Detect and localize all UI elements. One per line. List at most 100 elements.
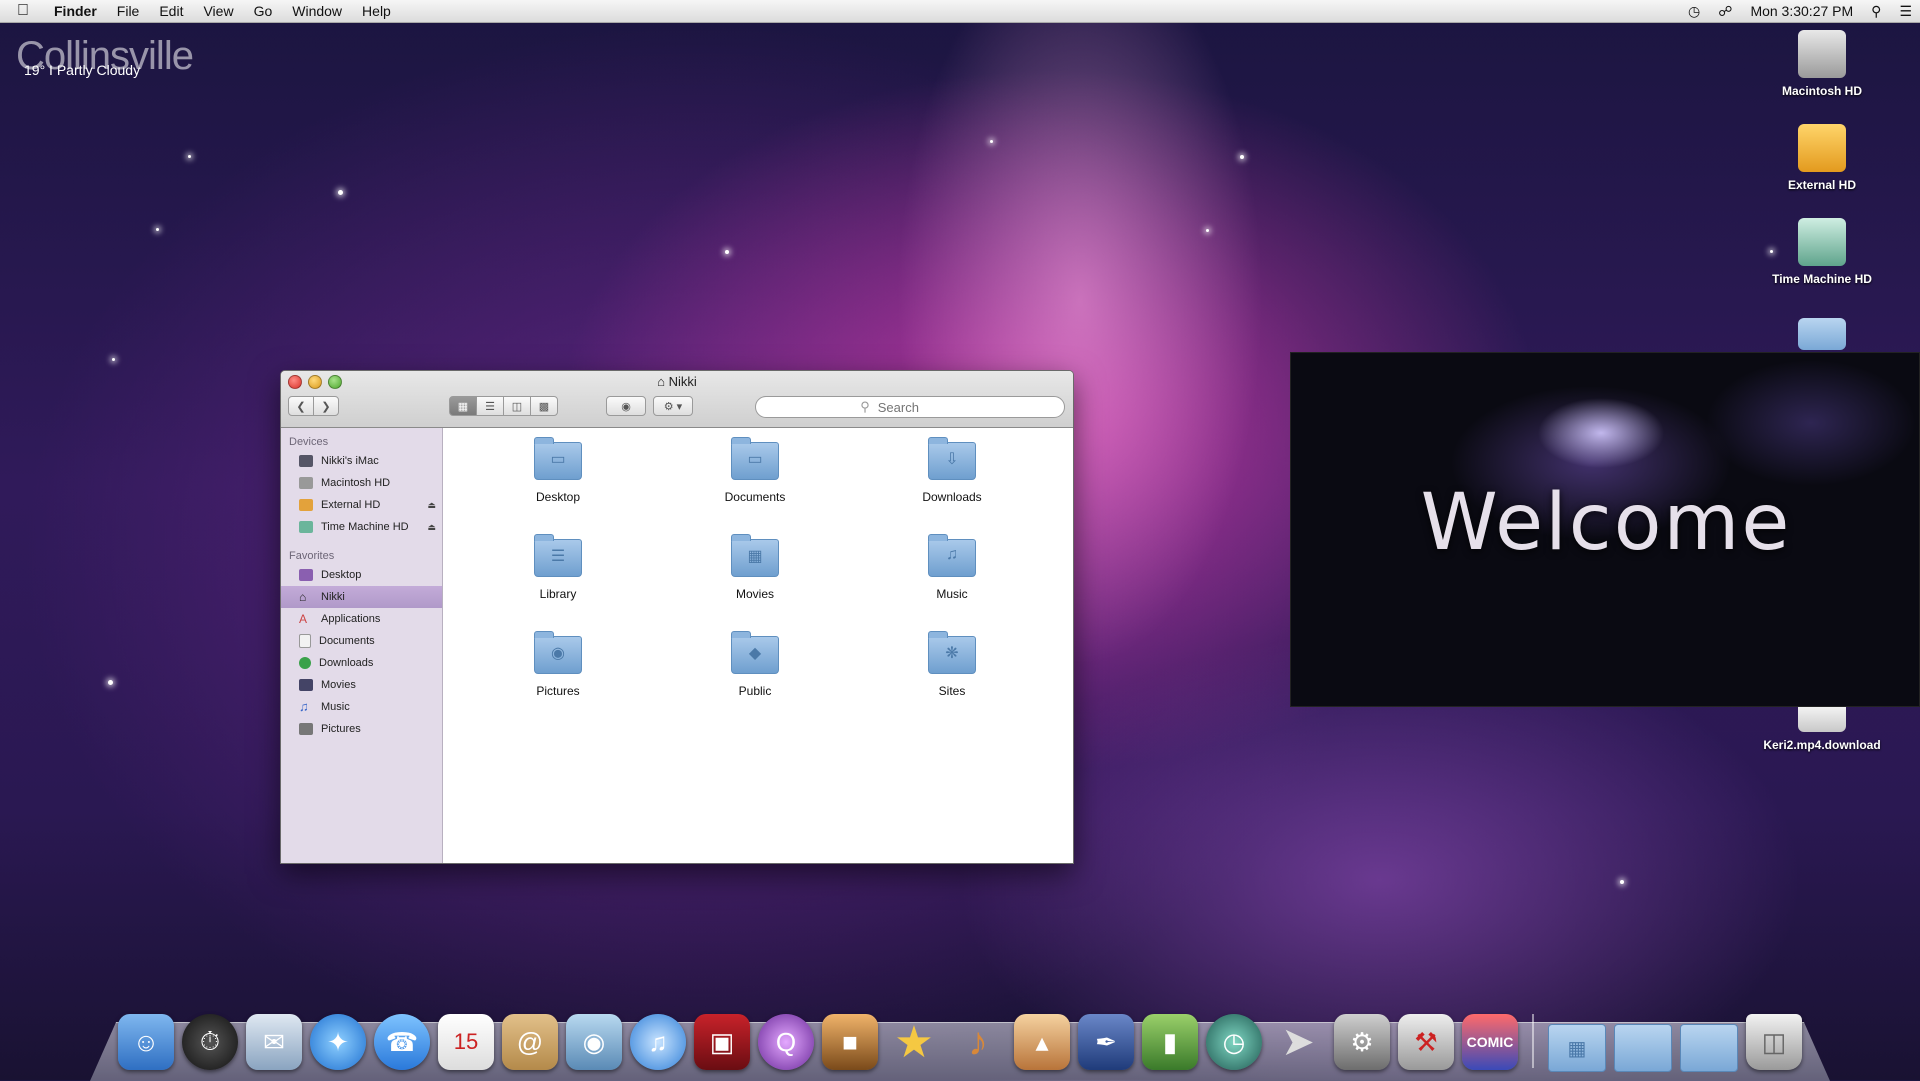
dock-garageband-icon[interactable]: ♪ [950, 1014, 1006, 1070]
sidebar-item-time-machine-hd[interactable]: Time Machine HD ⏏ [281, 516, 442, 538]
action-menu-button[interactable]: ⚙ ▾ [653, 396, 693, 416]
dock-comic-life-icon[interactable]: COMIC [1462, 1014, 1518, 1070]
wifi-icon[interactable]: ☍ [1718, 3, 1732, 20]
weather-condition: 19° I Partly Cloudy [24, 62, 141, 78]
sidebar-item-nikki[interactable]: ⌂ Nikki [281, 586, 442, 608]
sidebar-item-label: Nikki [321, 591, 345, 603]
dock-ical-icon[interactable]: 15 [438, 1014, 494, 1070]
dock-numbers-icon[interactable]: ▮ [1142, 1014, 1198, 1070]
sidebar-item-movies[interactable]: Movies [281, 674, 442, 696]
weather-widget: Collinsville 19° I Partly Cloudy [16, 34, 194, 79]
sidebar-item-macintosh-hd[interactable]: Macintosh HD [281, 472, 442, 494]
dock-trash-icon[interactable]: ◫ [1746, 1014, 1802, 1070]
menu-app-finder[interactable]: Finder [44, 0, 107, 22]
desktop-icon [299, 569, 313, 581]
search-field[interactable]: ⚲ [755, 396, 1065, 418]
dock-system-preferences-icon[interactable]: ⚙ [1334, 1014, 1390, 1070]
cover-flow-button[interactable]: ▩ [530, 396, 558, 416]
dock-finder-icon[interactable]: ☺ [118, 1014, 174, 1070]
sidebar-item-music[interactable]: ♫ Music [281, 696, 442, 718]
folder-label: Downloads [922, 490, 982, 504]
dock-preview-icon[interactable]: ◉ [566, 1014, 622, 1070]
menu-window[interactable]: Window [282, 0, 352, 22]
movies-folder-icon: ▦ [731, 534, 779, 577]
sidebar-item-nikkis-imac[interactable]: Nikki's iMac [281, 450, 442, 472]
menu-help[interactable]: Help [352, 0, 401, 22]
dock-time-machine-icon[interactable]: ◷ [1206, 1014, 1262, 1070]
downloads-icon [299, 657, 311, 669]
gear-icon: ⚙ ▾ [663, 400, 683, 413]
eject-icon[interactable]: ⏏ [427, 500, 436, 511]
dock-dashboard-icon[interactable]: ⏱ [182, 1014, 238, 1070]
dock-folder-icon[interactable] [1614, 1024, 1672, 1072]
dock-safari-icon[interactable]: ✦ [310, 1014, 366, 1070]
desktop-icon-folder[interactable] [1752, 318, 1892, 356]
dock-mail-icon[interactable]: ✉ [246, 1014, 302, 1070]
sidebar-item-desktop[interactable]: Desktop [281, 564, 442, 586]
folder-documents[interactable]: ▭ Documents [695, 437, 815, 504]
camera-icon [299, 723, 313, 735]
time-machine-status-icon[interactable]: ◷ [1688, 3, 1700, 20]
icon-view-button[interactable]: ▦ [449, 396, 477, 416]
desktop-icon-external-hd[interactable]: External HD [1752, 124, 1892, 192]
dock-pages-icon[interactable]: ✒ [1078, 1014, 1134, 1070]
folder-desktop[interactable]: ▭ Desktop [498, 437, 618, 504]
folder-movies[interactable]: ▦ Movies [695, 534, 815, 601]
folder-music[interactable]: ♫ Music [892, 534, 1012, 601]
dock-itunes-icon[interactable]: ♫ [630, 1014, 686, 1070]
menu-edit[interactable]: Edit [149, 0, 193, 22]
folder-label: Documents [724, 490, 786, 504]
folder-label: Movies [735, 587, 774, 601]
dock-iphoto-icon[interactable]: ■ [822, 1014, 878, 1070]
menu-go[interactable]: Go [244, 0, 283, 22]
list-view-button[interactable]: ☰ [476, 396, 504, 416]
search-input[interactable] [875, 398, 960, 416]
sites-folder-icon: ❋ [928, 631, 976, 674]
folder-pictures[interactable]: ◉ Pictures [498, 631, 618, 698]
dock-movies-folder-icon[interactable]: ▦ [1548, 1024, 1606, 1072]
quick-look-button[interactable]: ◉ [606, 396, 646, 416]
forward-button[interactable]: ❯ [313, 396, 339, 416]
dock-front-row-icon[interactable]: ▣ [694, 1014, 750, 1070]
menu-view[interactable]: View [193, 0, 243, 22]
folder-icon [1798, 318, 1846, 350]
menu-file[interactable]: File [107, 0, 150, 22]
folder-downloads[interactable]: ⇩ Downloads [892, 437, 1012, 504]
clock[interactable]: Mon 3:30:27 PM [1750, 3, 1853, 19]
folder-sites[interactable]: ❋ Sites [892, 631, 1012, 698]
desktop-folder-icon: ▭ [534, 437, 582, 480]
window-title-text: Nikki [668, 374, 697, 389]
desktop-icon-label: Keri2.mp4.download [1763, 738, 1881, 752]
sidebar-item-documents[interactable]: Documents [281, 630, 442, 652]
dock-folder-icon[interactable] [1680, 1024, 1738, 1072]
search-icon: ⚲ [860, 399, 870, 414]
dock-keynote-icon[interactable]: ▴ [1014, 1014, 1070, 1070]
desktop-icon-time-machine-hd[interactable]: Time Machine HD [1752, 218, 1892, 286]
sidebar-item-applications[interactable]: A Applications [281, 608, 442, 630]
folder-public[interactable]: ◆ Public [695, 631, 815, 698]
star [156, 228, 159, 231]
finder-titlebar[interactable]: ⌂ Nikki ❮ ❯ ▦ ☰ ◫ ▩ ◉ ⚙ ▾ ⚲ [281, 371, 1073, 428]
dock-imovie-icon[interactable]: ★ [886, 1014, 942, 1070]
folder-label: Music [936, 587, 968, 601]
sidebar-item-pictures[interactable]: Pictures [281, 718, 442, 740]
apple-menu-icon[interactable]:  [14, 2, 32, 20]
sidebar-item-label: Nikki's iMac [321, 455, 379, 467]
desktop-icon-keri2-download[interactable]: Keri2.mp4.download [1752, 700, 1892, 752]
dock-address-book-icon[interactable]: @ [502, 1014, 558, 1070]
column-view-button[interactable]: ◫ [503, 396, 531, 416]
dock-migration-icon[interactable]: ➤ [1270, 1014, 1326, 1070]
dock-quicktime-icon[interactable]: Q [758, 1014, 814, 1070]
dock-ichat-icon[interactable]: ☎ [374, 1014, 430, 1070]
eject-icon[interactable]: ⏏ [427, 522, 436, 533]
sidebar-item-external-hd[interactable]: External HD ⏏ [281, 494, 442, 516]
desktop-icon-macintosh-hd[interactable]: Macintosh HD [1752, 30, 1892, 98]
dock-utility-icon[interactable]: ⚒ [1398, 1014, 1454, 1070]
notification-list-icon[interactable]: ☰ [1899, 3, 1912, 20]
spotlight-search-icon[interactable]: ⚲ [1871, 3, 1881, 20]
folder-library[interactable]: ☰ Library [498, 534, 618, 601]
sidebar-item-downloads[interactable]: Downloads [281, 652, 442, 674]
movies-icon [299, 679, 313, 691]
usb-drive-icon [1798, 124, 1846, 172]
back-button[interactable]: ❮ [288, 396, 314, 416]
